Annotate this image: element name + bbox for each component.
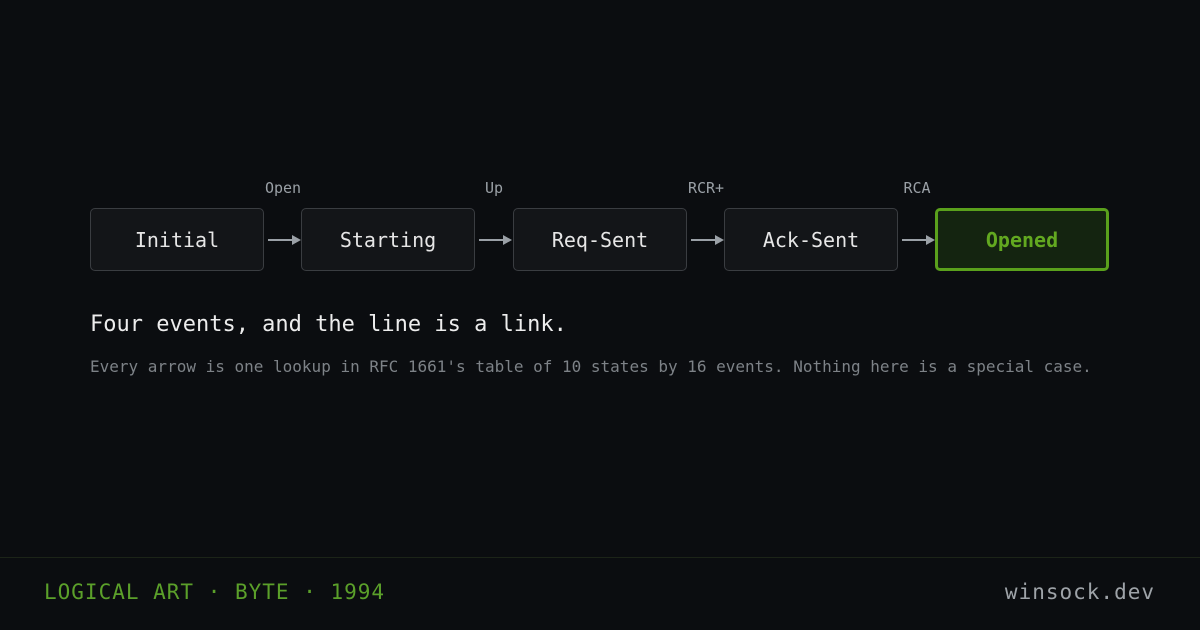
footer-divider [0,557,1200,558]
headline: Four events, and the line is a link. [90,312,567,337]
event-label-up: Up [484,179,504,197]
transition-arrow-up [479,235,512,245]
state-initial: Initial [90,208,264,271]
footer-credit: LOGICAL ART · BYTE · 1994 [44,580,386,604]
state-opened: Opened [935,208,1109,271]
state-req-sent: Req-Sent [513,208,687,271]
state-starting: Starting [301,208,475,271]
event-label-rcr-plus: RCR+ [687,179,725,197]
event-label-open: Open [264,179,302,197]
footer-site: winsock.dev [1004,580,1155,604]
transition-arrow-open [268,235,301,245]
subline: Every arrow is one lookup in RFC 1661's … [90,357,1092,376]
state-ack-sent: Ack-Sent [724,208,898,271]
transition-arrow-rca [902,235,935,245]
event-label-rca: RCA [903,179,931,197]
transition-arrow-rcr-plus [691,235,724,245]
